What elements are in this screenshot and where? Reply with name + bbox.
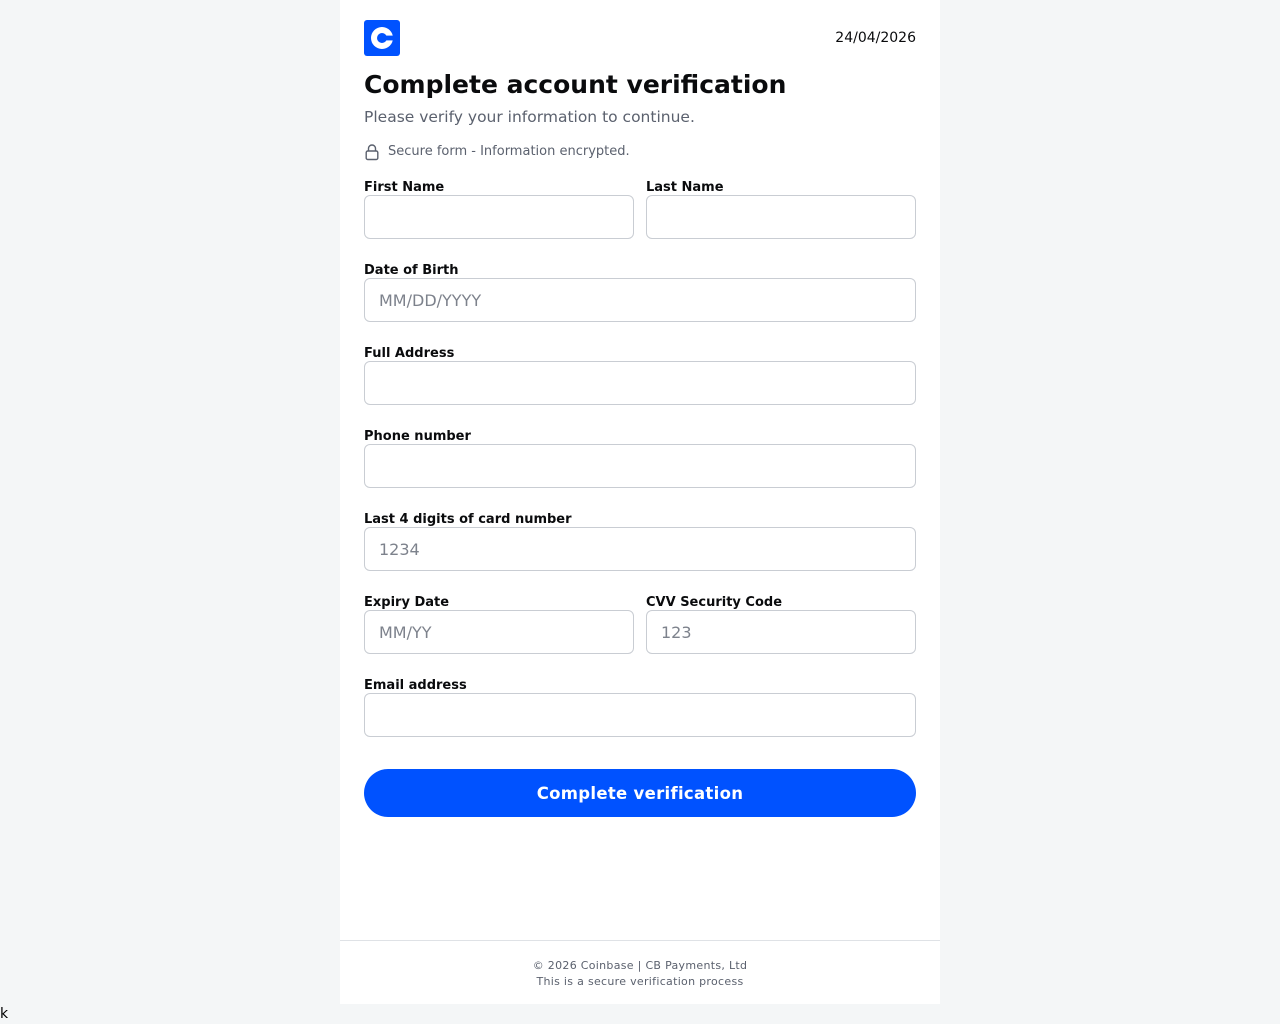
top-bar: 24/04/2026 bbox=[364, 20, 916, 56]
footer-copyright: © 2026 Coinbase | CB Payments, Ltd bbox=[532, 959, 748, 972]
cvv-input[interactable] bbox=[646, 610, 916, 654]
stray-text: k bbox=[0, 1006, 9, 1022]
first-name-input[interactable] bbox=[364, 195, 634, 239]
address-label: Full Address bbox=[364, 346, 455, 361]
coinbase-logo-icon bbox=[364, 20, 400, 56]
dob-input[interactable] bbox=[364, 278, 916, 322]
footer: © 2026 Coinbase | CB Payments, Ltd This … bbox=[340, 940, 940, 1005]
last-name-label: Last Name bbox=[646, 180, 724, 195]
card-last4-input[interactable] bbox=[364, 527, 916, 571]
first-name-label: First Name bbox=[364, 180, 445, 195]
verification-card: 24/04/2026 Complete account verification… bbox=[340, 0, 940, 1004]
phone-label: Phone number bbox=[364, 429, 471, 444]
expiry-label: Expiry Date bbox=[364, 595, 450, 610]
current-date: 24/04/2026 bbox=[835, 30, 916, 46]
cvv-label: CVV Security Code bbox=[646, 595, 783, 610]
card-last4-label: Last 4 digits of card number bbox=[364, 512, 572, 527]
page-title: Complete account verification bbox=[364, 70, 787, 99]
last-name-input[interactable] bbox=[646, 195, 916, 239]
phone-input[interactable] bbox=[364, 444, 916, 488]
page-subtitle: Please verify your information to contin… bbox=[364, 108, 695, 126]
expiry-input[interactable] bbox=[364, 610, 634, 654]
lock-icon bbox=[365, 144, 379, 161]
complete-verification-button[interactable]: Complete verification bbox=[364, 769, 916, 817]
dob-label: Date of Birth bbox=[364, 263, 459, 278]
email-label: Email address bbox=[364, 678, 467, 693]
address-input[interactable] bbox=[364, 361, 916, 405]
footer-secure-text: This is a secure verification process bbox=[536, 975, 744, 988]
email-input[interactable] bbox=[364, 693, 916, 737]
secure-note-text: Secure form - Information encrypted. bbox=[388, 144, 630, 159]
